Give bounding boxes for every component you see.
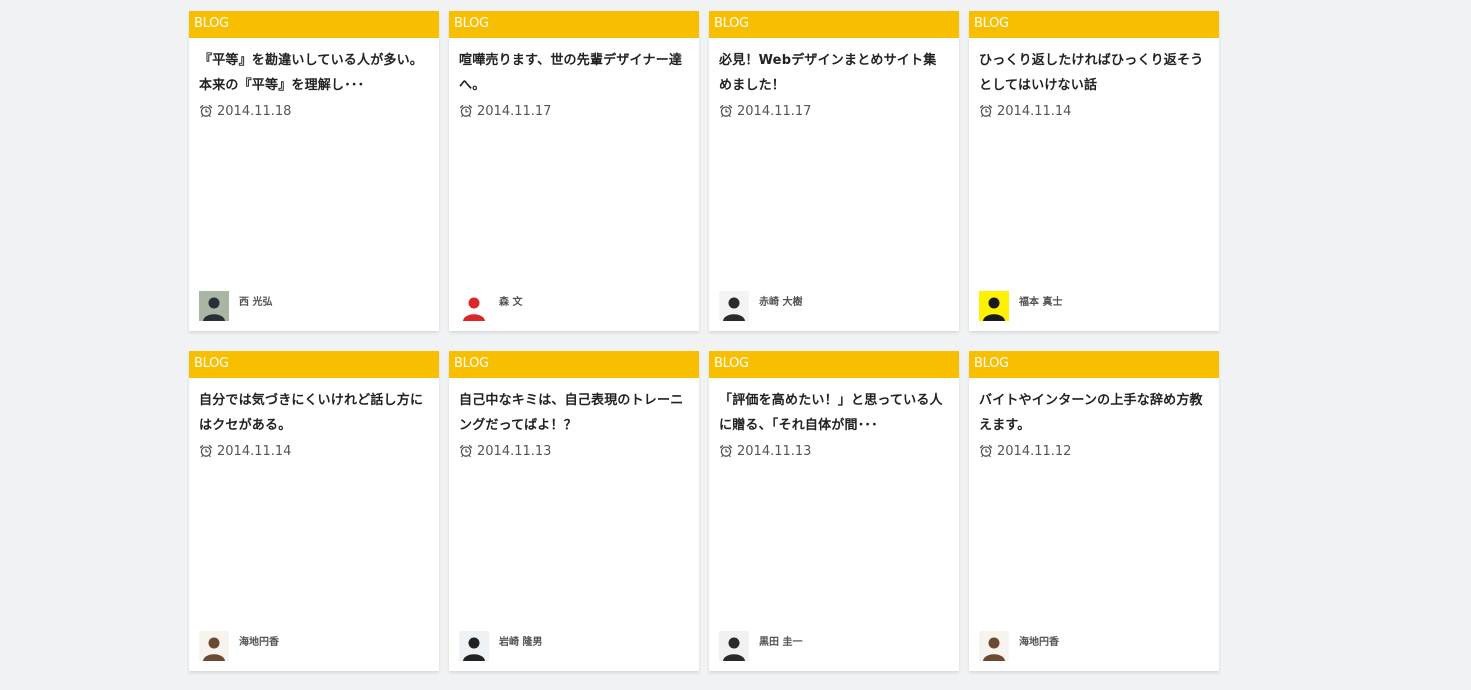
category-label[interactable]: BLOG <box>969 351 1219 378</box>
alarm-clock-icon <box>979 444 993 458</box>
article-date: 2014.11.17 <box>477 103 552 119</box>
author-avatar[interactable] <box>459 291 489 321</box>
article-date: 2014.11.18 <box>217 103 292 119</box>
author-info[interactable]: 海地円香 <box>979 631 1059 661</box>
alarm-clock-icon <box>719 104 733 118</box>
author-name[interactable]: 海地円香 <box>1019 633 1059 648</box>
author-name[interactable]: 岩崎 隆男 <box>499 633 542 648</box>
article-date: 2014.11.14 <box>997 103 1072 119</box>
author-avatar[interactable] <box>199 631 229 661</box>
alarm-clock-icon <box>979 104 993 118</box>
author-avatar[interactable] <box>199 291 229 321</box>
author-name[interactable]: 森 文 <box>499 293 522 308</box>
category-label[interactable]: BLOG <box>449 11 699 38</box>
author-info[interactable]: 黒田 圭一 <box>719 631 802 661</box>
author-name[interactable]: 黒田 圭一 <box>759 633 802 648</box>
article-grid: BLOG 『平等』を勘違いしている人が多い。本来の『平等』を理解し･･･ 201… <box>189 11 1229 671</box>
date-row: 2014.11.13 <box>719 442 949 460</box>
date-row: 2014.11.18 <box>199 102 429 120</box>
alarm-clock-icon <box>459 444 473 458</box>
article-card[interactable]: BLOG 「評価を高めたい！」と思っている人に贈る、「それ自体が間･･･ 201… <box>709 351 959 671</box>
date-row: 2014.11.14 <box>979 102 1209 120</box>
date-row: 2014.11.12 <box>979 442 1209 460</box>
author-info[interactable]: 赤崎 大樹 <box>719 291 802 321</box>
date-row: 2014.11.17 <box>719 102 949 120</box>
alarm-clock-icon <box>459 104 473 118</box>
article-title[interactable]: 『平等』を勘違いしている人が多い。本来の『平等』を理解し･･･ <box>199 48 429 98</box>
author-avatar[interactable] <box>979 291 1009 321</box>
author-name[interactable]: 赤崎 大樹 <box>759 293 802 308</box>
article-title[interactable]: 自分では気づきにくいけれど話し方にはクセがある。 <box>199 388 429 438</box>
article-card[interactable]: BLOG ひっくり返したければひっくり返そうとしてはいけない話 2014.11.… <box>969 11 1219 331</box>
author-info[interactable]: 岩崎 隆男 <box>459 631 542 661</box>
category-label[interactable]: BLOG <box>189 351 439 378</box>
alarm-clock-icon <box>719 444 733 458</box>
author-info[interactable]: 西 光弘 <box>199 291 272 321</box>
author-name[interactable]: 西 光弘 <box>239 293 272 308</box>
article-title[interactable]: 必見！Webデザインまとめサイト集めました！ <box>719 48 949 98</box>
category-label[interactable]: BLOG <box>709 11 959 38</box>
author-avatar[interactable] <box>979 631 1009 661</box>
author-name[interactable]: 福本 真士 <box>1019 293 1062 308</box>
article-date: 2014.11.12 <box>997 443 1072 459</box>
author-info[interactable]: 海地円香 <box>199 631 279 661</box>
category-label[interactable]: BLOG <box>189 11 439 38</box>
article-title[interactable]: 自己中なキミは、自己表現のトレーニングだってばよ！？ <box>459 388 689 438</box>
alarm-clock-icon <box>199 104 213 118</box>
author-avatar[interactable] <box>719 631 749 661</box>
category-label[interactable]: BLOG <box>969 11 1219 38</box>
author-info[interactable]: 森 文 <box>459 291 522 321</box>
alarm-clock-icon <box>199 444 213 458</box>
article-title[interactable]: バイトやインターンの上手な辞め方教えます。 <box>979 388 1209 438</box>
article-title[interactable]: 「評価を高めたい！」と思っている人に贈る、「それ自体が間･･･ <box>719 388 949 438</box>
category-label[interactable]: BLOG <box>709 351 959 378</box>
category-label[interactable]: BLOG <box>449 351 699 378</box>
author-info[interactable]: 福本 真士 <box>979 291 1062 321</box>
article-card[interactable]: BLOG 自分では気づきにくいけれど話し方にはクセがある。 2014.11.14… <box>189 351 439 671</box>
article-card[interactable]: BLOG 『平等』を勘違いしている人が多い。本来の『平等』を理解し･･･ 201… <box>189 11 439 331</box>
author-avatar[interactable] <box>459 631 489 661</box>
article-title[interactable]: ひっくり返したければひっくり返そうとしてはいけない話 <box>979 48 1209 98</box>
article-date: 2014.11.14 <box>217 443 292 459</box>
article-date: 2014.11.13 <box>737 443 812 459</box>
article-card[interactable]: BLOG 自己中なキミは、自己表現のトレーニングだってばよ！？ 2014.11.… <box>449 351 699 671</box>
author-name[interactable]: 海地円香 <box>239 633 279 648</box>
article-title[interactable]: 喧嘩売ります、世の先輩デザイナー達へ。 <box>459 48 689 98</box>
author-avatar[interactable] <box>719 291 749 321</box>
article-date: 2014.11.13 <box>477 443 552 459</box>
date-row: 2014.11.13 <box>459 442 689 460</box>
article-card[interactable]: BLOG 必見！Webデザインまとめサイト集めました！ 2014.11.17 赤… <box>709 11 959 331</box>
date-row: 2014.11.17 <box>459 102 689 120</box>
article-card[interactable]: BLOG バイトやインターンの上手な辞め方教えます。 2014.11.12 海地… <box>969 351 1219 671</box>
article-card[interactable]: BLOG 喧嘩売ります、世の先輩デザイナー達へ。 2014.11.17 森 文 <box>449 11 699 331</box>
article-date: 2014.11.17 <box>737 103 812 119</box>
date-row: 2014.11.14 <box>199 442 429 460</box>
